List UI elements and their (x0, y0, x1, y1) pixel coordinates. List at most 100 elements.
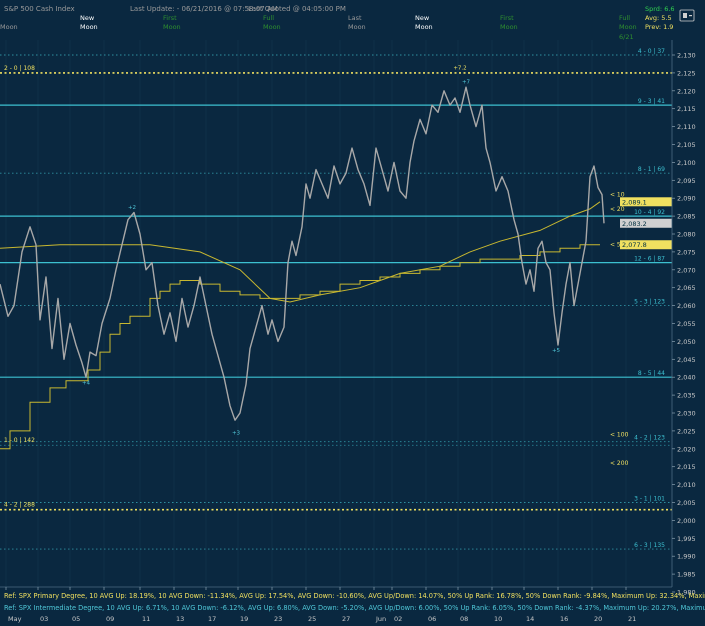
y-tick-label: 2,090 (677, 195, 696, 203)
header-avg: Avg: 5.5 (645, 14, 672, 22)
y-tick-label: 2,035 (677, 392, 696, 400)
y-tick-label: 2,015 (677, 463, 696, 471)
cyan-level-label: 3 - 1 | 101 (634, 496, 665, 503)
ma-label: < 100 (610, 431, 629, 438)
cyan-level-label: 12 - 6 | 87 (634, 256, 665, 263)
y-tick-label: 2,105 (677, 141, 696, 149)
ma-label: < 200 (610, 460, 629, 467)
header-prev: Prev: 1.9 (645, 23, 673, 31)
y-tick-label: 1,985 (677, 571, 696, 579)
moon-phase-label: Full (619, 14, 630, 22)
x-tick-label: 16 (560, 615, 568, 623)
moon-phase-label: Moon (348, 23, 366, 31)
yellow-level-label: 4 - 2 | 288 (4, 502, 35, 509)
y-tick-label: 2,130 (677, 52, 696, 60)
y-tick-label: 2,025 (677, 427, 696, 435)
point-mark-label: +7 (462, 80, 471, 86)
y-tick-label: 1,990 (677, 553, 696, 561)
y-tick-label: 2,060 (677, 302, 696, 310)
y-tick-label: 2,010 (677, 481, 696, 489)
y-tick-label: 2,115 (677, 105, 696, 113)
y-tick-label: 2,080 (677, 231, 696, 239)
moon-phase-label: Moon (0, 23, 18, 31)
chart-window: S&P 500 Cash Index Last Update: - 06/21/… (0, 0, 705, 626)
cyan-level-label: 9 - 3 | 41 (638, 98, 665, 105)
cyan-level-label: 4 - 2 | 123 (634, 435, 665, 442)
moon-phase-label: First (500, 14, 514, 22)
y-tick-label: 2,050 (677, 338, 696, 346)
y-tick-label: 2,075 (677, 248, 696, 256)
y-tick-label: 2,120 (677, 87, 696, 95)
footer-intermediate-degree: Ref: SPX Intermediate Degree, 10 AVG Up:… (4, 604, 705, 612)
cyan-level-label: 6 - 3 | 135 (634, 542, 665, 549)
footer-primary-degree: Ref: SPX Primary Degree, 10 AVG Up: 18.1… (4, 592, 705, 600)
point-mark-label: +4 (82, 380, 91, 386)
y-tick-label: 2,000 (677, 517, 696, 525)
ma-label: < 20 (610, 206, 625, 213)
y-tick-label: 2,085 (677, 213, 696, 221)
header-sprd: Sprd: 6.6 (645, 5, 675, 13)
yellow-level-label: 1 - 0 | 142 (4, 437, 35, 444)
yellow-level-label: 2 - 0 | 108 (4, 65, 35, 72)
x-tick-label: 11 (142, 615, 150, 623)
moon-phase-label: Moon (163, 23, 181, 31)
x-tick-label: 17 (208, 615, 216, 623)
price-tag-label: 2,083.2 (622, 220, 647, 228)
y-tick-label: 2,030 (677, 410, 696, 418)
point-mark-label: +3 (232, 430, 241, 436)
x-tick-label: Jun (375, 615, 386, 623)
x-tick-label: 05 (72, 615, 80, 623)
menu-icon[interactable] (679, 9, 695, 22)
x-tick-label: 21 (628, 615, 636, 623)
spx-chart[interactable]: S&P 500 Cash Index Last Update: - 06/21/… (0, 0, 705, 626)
price-tag-label: 2,089.1 (622, 198, 647, 206)
header-title: S&P 500 Cash Index (4, 5, 75, 13)
moon-phase-label: Full (263, 14, 274, 22)
y-tick-label: 2,040 (677, 374, 696, 382)
y-tick-label: 2,125 (677, 69, 696, 77)
x-tick-label: 06 (428, 615, 436, 623)
cyan-level-label: 8 - 1 | 69 (638, 166, 665, 173)
point-mark-label: +5 (552, 348, 561, 354)
x-tick-label: 02 (394, 615, 402, 623)
moon-phase-label: Moon (415, 23, 433, 31)
x-tick-label: 09 (106, 615, 114, 623)
moon-phase-label: Moon (80, 23, 98, 31)
y-tick-label: 2,110 (677, 123, 696, 131)
price-tag-label: 2,077.8 (622, 241, 647, 249)
x-tick-label: 19 (240, 615, 248, 623)
moon-phase-label: Last (348, 14, 362, 22)
x-tick-label: 20 (594, 615, 602, 623)
y-tick-label: 2,020 (677, 445, 696, 453)
moon-phase-label: Moon (263, 23, 281, 31)
point-mark-label: +2 (128, 205, 136, 211)
y-tick-label: 2,100 (677, 159, 696, 167)
y-tick-label: 2,045 (677, 356, 696, 364)
x-tick-label: 13 (176, 615, 184, 623)
y-tick-label: 2,005 (677, 499, 696, 507)
cyan-level-label: 5 - 3 | 123 (634, 299, 665, 306)
x-tick-label: 25 (308, 615, 316, 623)
y-tick-label: 2,055 (677, 320, 696, 328)
x-tick-label: May (8, 615, 22, 623)
cyan-level-label: 8 - 5 | 44 (638, 370, 665, 377)
x-tick-label: 14 (526, 615, 534, 623)
moon-phase-label: Moon (619, 23, 637, 31)
moon-phase-label: New (415, 14, 430, 22)
x-tick-label: 08 (460, 615, 468, 623)
y-tick-label: 2,095 (677, 177, 696, 185)
x-tick-label: 03 (40, 615, 48, 623)
point-mark-label: +7.2 (453, 65, 466, 71)
y-tick-label: 2,070 (677, 266, 696, 274)
header-last-quoted: Last Quoted @ 04:05:00 PM (248, 5, 346, 13)
moon-phase-label: Moon (500, 23, 518, 31)
moon-phase-label: First (163, 14, 177, 22)
moon-phase-label: New (80, 14, 95, 22)
y-tick-label: 1,995 (677, 535, 696, 543)
moon-date: 6/21 (619, 33, 634, 41)
y-tick-label: 2,065 (677, 284, 696, 292)
x-tick-label: 23 (274, 615, 282, 623)
x-tick-label: 10 (494, 615, 502, 623)
x-tick-label: 27 (342, 615, 350, 623)
cyan-level-label: 4 - 0 | 37 (638, 48, 665, 55)
